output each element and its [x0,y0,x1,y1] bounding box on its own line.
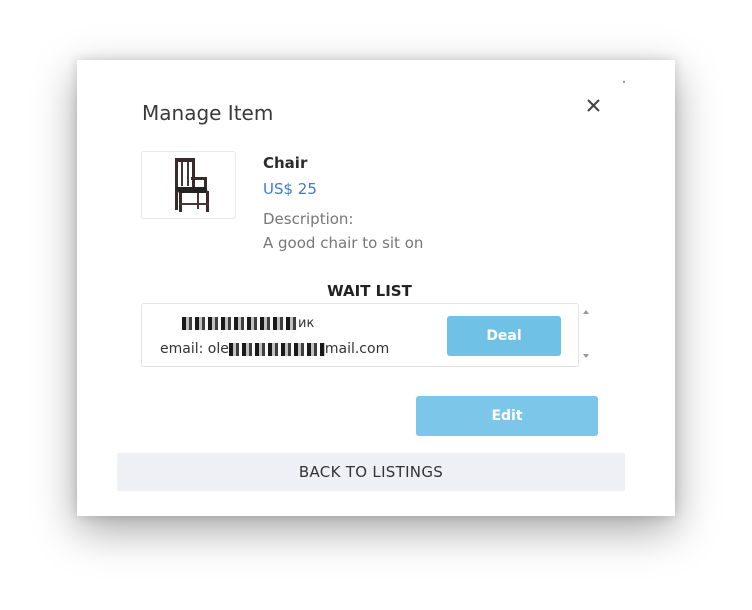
item-name: Chair [263,154,308,172]
item-price: US$ 25 [263,180,317,198]
edit-button[interactable]: Edit [416,396,598,436]
redacted-name [182,317,298,330]
email-suffix: mail.com [324,341,390,357]
wait-list-title: WAIT LIST [327,282,412,300]
item-thumbnail [141,151,236,219]
close-icon[interactable] [584,96,604,116]
modal-title: Manage Item [142,101,274,125]
wait-list-email: email: ole mail.com [160,341,389,357]
description-label: Description: [263,210,354,228]
deal-button[interactable]: Deal [447,316,561,356]
decorative-dot [623,81,625,83]
wait-list-name: ик [182,316,314,331]
back-to-listings-button[interactable]: BACK TO LISTINGS [117,453,625,491]
wait-list-scrollbar[interactable] [580,303,597,365]
manage-item-modal: Manage Item Chair US$ 25 Description: A … [77,60,675,516]
wait-list-entry: ик email: ole mail.com Deal [141,303,579,367]
email-prefix: email: ole [160,341,229,357]
scroll-down-arrow-icon[interactable] [583,354,589,358]
redacted-email [228,342,325,356]
chair-icon [174,158,209,212]
description-text: A good chair to sit on [263,234,424,252]
scroll-up-arrow-icon[interactable] [583,310,589,314]
name-suffix: ик [298,316,315,331]
